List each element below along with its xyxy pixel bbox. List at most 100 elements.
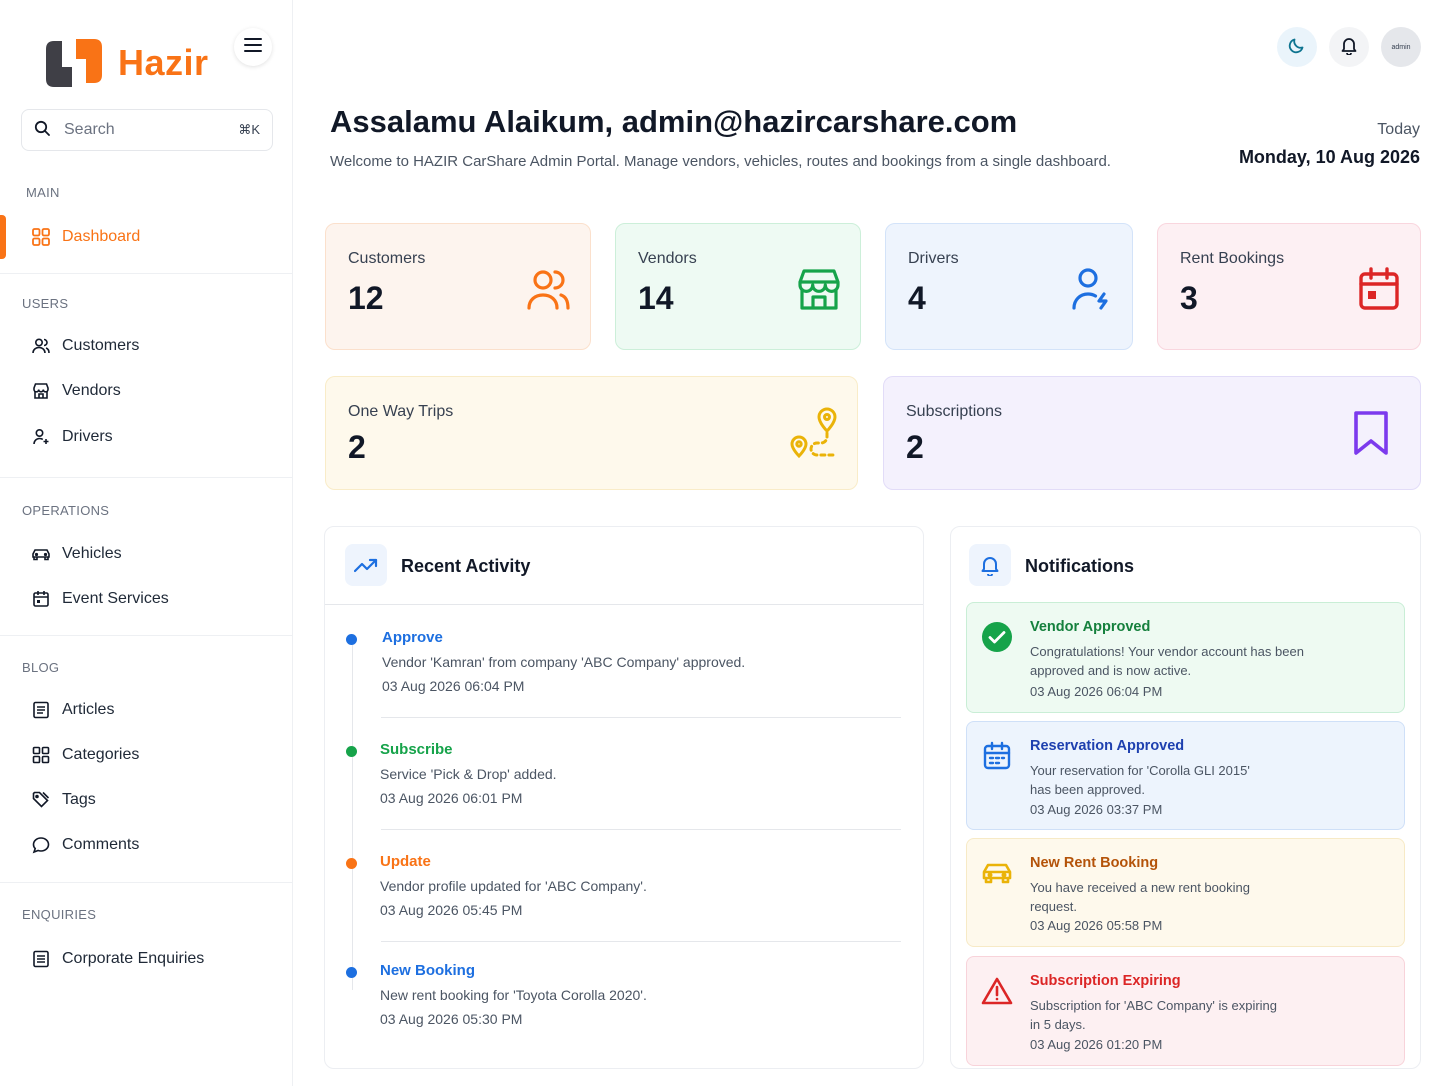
users-icon [30, 335, 52, 357]
sidebar-item-comments[interactable]: Comments [30, 834, 139, 856]
divider [381, 941, 901, 942]
activity-time: 03 Aug 2026 06:04 PM [382, 678, 525, 694]
sidebar-item-dashboard[interactable]: Dashboard [30, 226, 140, 248]
activity-desc: Vendor 'Kamran' from company 'ABC Compan… [382, 654, 746, 670]
notification-item[interactable]: Subscription Expiring Subscription for '… [966, 956, 1405, 1066]
check-circle-icon [981, 621, 1013, 653]
stat-label: One Way Trips [348, 403, 454, 420]
notification-title: Vendor Approved [1030, 619, 1151, 635]
sidebar-item-tags[interactable]: Tags [30, 789, 96, 811]
car-icon [981, 857, 1013, 889]
sidebar-item-label: Comments [62, 836, 140, 853]
sidebar-item-customers[interactable]: Customers [30, 335, 139, 357]
theme-toggle-button[interactable] [1277, 27, 1317, 67]
section-operations: OPERATIONS [22, 503, 110, 518]
notification-desc: Your reservation for 'Corolla GLI 2015' … [1030, 763, 1250, 797]
moon-icon [1288, 36, 1306, 59]
panel-title: Notifications [1025, 556, 1135, 576]
stat-card-rent-bookings[interactable]: Rent Bookings 3 [1157, 223, 1421, 350]
section-blog: BLOG [22, 660, 60, 675]
user-add-icon [30, 426, 52, 448]
bookmark-icon [1350, 409, 1396, 455]
sidebar-item-drivers[interactable]: Drivers [30, 426, 113, 448]
list-document-icon [30, 948, 52, 970]
stat-value: 2 [348, 429, 366, 465]
search-input[interactable]: Search ⌘K [21, 109, 273, 151]
notification-time: 03 Aug 2026 03:37 PM [1030, 802, 1163, 817]
user-bolt-icon [1068, 266, 1114, 312]
today-label: Today [1377, 121, 1420, 138]
sidebar-item-label: Tags [62, 791, 96, 808]
menu-toggle-button[interactable] [234, 28, 272, 66]
stat-value: 4 [908, 280, 926, 316]
activity-time: 03 Aug 2026 06:01 PM [380, 790, 523, 806]
sidebar-item-label: Vehicles [62, 545, 122, 562]
hamburger-icon [244, 37, 262, 58]
sidebar-item-vendors[interactable]: Vendors [30, 380, 121, 402]
avatar[interactable]: admin [1381, 27, 1421, 67]
tag-icon [30, 789, 52, 811]
dashboard-icon [30, 226, 52, 248]
car-icon [30, 543, 52, 565]
panel-title: Recent Activity [401, 556, 531, 576]
sidebar-item-label: Vendors [62, 382, 121, 399]
notification-time: 03 Aug 2026 01:20 PM [1030, 1037, 1163, 1052]
store-icon [796, 266, 842, 312]
notification-desc: Subscription for 'ABC Company' is expiri… [1030, 998, 1278, 1032]
divider [0, 477, 293, 478]
sidebar-item-label: Customers [62, 337, 140, 354]
notification-desc: You have received a new rent booking req… [1030, 880, 1250, 914]
search-shortcut: ⌘K [238, 122, 260, 137]
today-date: Monday, 10 Aug 2026 [1238, 147, 1420, 167]
sidebar-item-label: Drivers [62, 428, 113, 445]
activity-dot [346, 634, 357, 645]
search-icon [34, 120, 50, 141]
stat-value: 2 [906, 429, 924, 465]
divider [0, 273, 293, 274]
section-main: MAIN [26, 185, 60, 200]
sidebar-item-vehicles[interactable]: Vehicles [30, 543, 122, 565]
sidebar-item-categories[interactable]: Categories [30, 744, 139, 766]
document-icon [30, 699, 52, 721]
hazir-logo-icon [42, 35, 104, 91]
logo[interactable]: Hazir [42, 35, 209, 91]
notification-item[interactable]: Reservation Approved Your reservation fo… [966, 721, 1405, 830]
sidebar-item-articles[interactable]: Articles [30, 699, 114, 721]
stat-label: Drivers [908, 250, 959, 267]
notification-title: Subscription Expiring [1030, 973, 1181, 989]
bell-icon [969, 544, 1011, 586]
bell-icon [1340, 35, 1358, 60]
stat-card-subscriptions[interactable]: Subscriptions 2 [883, 376, 1421, 490]
stat-card-one-way-trips[interactable]: One Way Trips 2 [325, 376, 858, 490]
grid-icon [30, 744, 52, 766]
stat-card-customers[interactable]: Customers 12 [325, 223, 591, 350]
sidebar-item-corporate-enquiries[interactable]: Corporate Enquiries [30, 948, 204, 970]
stat-card-drivers[interactable]: Drivers 4 [885, 223, 1133, 350]
activity-time: 03 Aug 2026 05:45 PM [380, 902, 523, 918]
stat-value: 14 [638, 280, 674, 316]
notifications-button[interactable] [1329, 27, 1369, 67]
sidebar-item-label: Articles [62, 701, 115, 718]
stat-card-vendors[interactable]: Vendors 14 [615, 223, 861, 350]
notification-item[interactable]: Vendor Approved Congratulations! Your ve… [966, 602, 1405, 713]
activity-title: Update [380, 853, 431, 870]
activity-title: Subscribe [380, 741, 453, 758]
notification-title: Reservation Approved [1030, 738, 1185, 754]
comment-icon [30, 834, 52, 856]
section-enquiries: ENQUIRIES [22, 907, 97, 922]
activity-time: 03 Aug 2026 05:30 PM [380, 1011, 523, 1027]
trending-up-icon [345, 544, 387, 586]
activity-desc: Service 'Pick & Drop' added. [380, 766, 557, 782]
divider [325, 604, 923, 605]
section-users: USERS [22, 296, 69, 311]
sidebar-item-event-services[interactable]: Event Services [30, 588, 169, 610]
notification-item[interactable]: New Rent Booking You have received a new… [966, 838, 1405, 947]
divider [381, 717, 901, 718]
calendar-icon [1356, 266, 1402, 312]
activity-dot [346, 858, 357, 869]
activity-title: New Booking [380, 962, 476, 979]
stat-label: Customers [348, 250, 426, 267]
brand-name: Hazir [118, 42, 209, 83]
divider [0, 635, 293, 636]
search-placeholder: Search [64, 121, 115, 138]
